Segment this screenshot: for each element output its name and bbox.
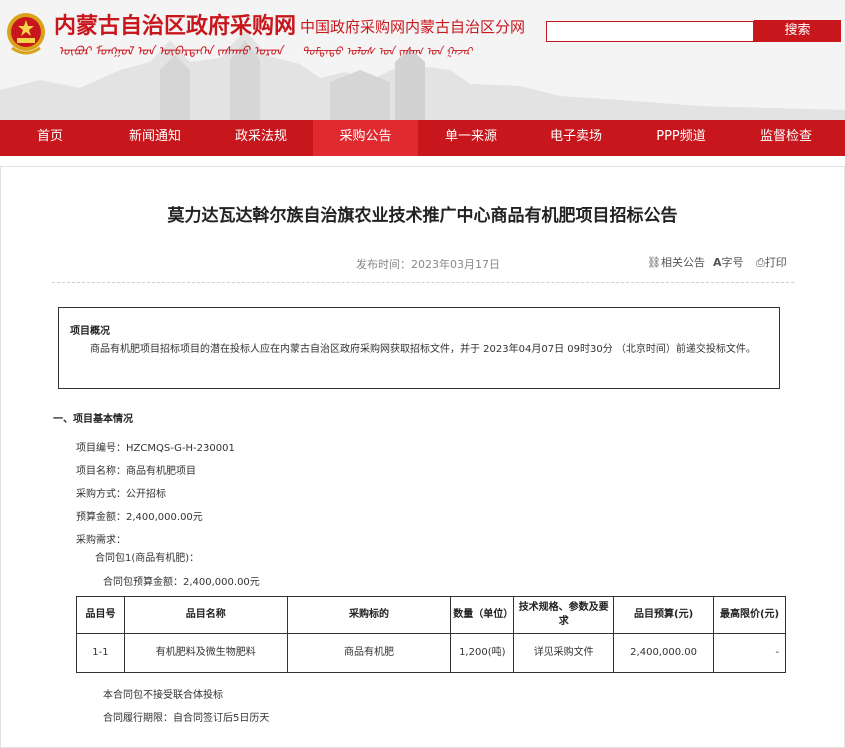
column-header: 品目号 [76, 596, 125, 634]
site-title: 内蒙古自治区政府采购网 [54, 14, 297, 39]
summary-text: 商品有机肥项目招标项目的潜在投标人应在内蒙古自治区政府采购网获取招标文件，并于 … [90, 344, 756, 355]
column-header: 品目预算(元) [613, 596, 715, 634]
contract-package: 合同包1(商品有机肥)： [95, 553, 200, 564]
title-divider [52, 282, 794, 283]
nav-item-news[interactable]: 新闻通知 [104, 120, 206, 156]
table-cell: 1-1 [76, 633, 125, 673]
project-name: 项目名称：商品有机肥项目 [76, 466, 196, 477]
print-icon: ⎙ [756, 256, 765, 269]
nav-item-e-mall[interactable]: 电子卖场 [525, 120, 627, 156]
table-header-row: 品目号 品目名称 采购标的 数量（单位） 技术规格、参数及要求 品目预算(元) … [76, 596, 786, 634]
site-title-mongol: ᠥᠪᠦᠷ ᠮᠣᠩᠭᠣᠯ ᠤᠨ ᠥᠪᠡᠷᠲᠡᠭᠡᠨ ᠵᠠᠰᠠᠬᠤ ᠣᠷᠣᠨ [58, 44, 283, 58]
contract-period: 合同履行期限：自合同签订后5日历天 [103, 713, 270, 724]
no-consortium-note: 本合同包不接受联合体投标 [103, 690, 223, 701]
sub-title-mongol: ᠳᠤᠮᠳᠠᠳᠤ ᠤᠯᠤᠰ ᠤᠨ ᠵᠠᠰᠠᠭ ᠤᠨ ᠭᠠᠵᠠᠷ [302, 45, 473, 58]
project-number: 项目编号：HZCMQS-G-H-230001 [76, 443, 235, 454]
related-notice-label: 相关公告 [660, 256, 705, 269]
nav-item-procurement-notice[interactable]: 采购公告 [313, 120, 418, 156]
nav-item-single-source[interactable]: 单一来源 [420, 120, 522, 156]
table-cell: - [713, 633, 786, 673]
nav-item-supervision[interactable]: 监督检查 [735, 120, 837, 156]
package-budget: 合同包预算金额：2,400,000.00元 [103, 577, 260, 588]
column-header: 最高限价(元) [713, 596, 786, 634]
column-header: 技术规格、参数及要求 [513, 596, 615, 634]
nav-item-ppp[interactable]: PPP频道 [630, 120, 732, 156]
font-size-label: 字号 [721, 256, 744, 269]
site-header: 内蒙古自治区政府采购网 ᠥᠪᠦᠷ ᠮᠣᠩᠭᠣᠯ ᠤᠨ ᠥᠪᠡᠷᠲᠡᠭᠡᠨ ᠵᠠᠰ… [0, 0, 845, 120]
search-input[interactable] [546, 21, 754, 42]
procurement-demand: 采购需求： [76, 535, 126, 546]
print-label: 打印 [764, 256, 787, 269]
sub-title: 中国政府采购网内蒙古自治区分网 [300, 18, 526, 36]
budget-amount: 预算金额：2,400,000.00元 [76, 512, 203, 523]
table-cell: 商品有机肥 [286, 633, 452, 673]
national-emblem-icon [7, 13, 45, 55]
article-title: 莫力达瓦达斡尔族自治旗农业技术推广中心商品有机肥项目招标公告 [167, 206, 678, 226]
table-row: 1-1 有机肥料及微生物肥料 商品有机肥 1,200(吨) 详见采购文件 2,4… [76, 633, 786, 673]
procurement-method: 采购方式：公开招标 [76, 489, 166, 500]
link-icon: ⛓ [647, 256, 661, 269]
column-header: 数量（单位） [450, 596, 515, 634]
table-cell: 2,400,000.00 [613, 633, 715, 673]
print-button[interactable]: ⎙打印 [756, 254, 787, 270]
column-header: 采购标的 [286, 596, 452, 634]
main-nav: 首页 新闻通知 政采法规 采购公告 单一来源 电子卖场 PPP频道 监督检查 [0, 120, 845, 156]
font-size-toggle[interactable]: A字号 [713, 254, 744, 270]
column-header: 品目名称 [123, 596, 288, 634]
table-cell: 1,200(吨) [450, 633, 515, 673]
section-heading: 一、项目基本情况 [53, 414, 133, 425]
items-table: 品目号 品目名称 采购标的 数量（单位） 技术规格、参数及要求 品目预算(元) … [76, 596, 786, 673]
search-button[interactable]: 搜索 [754, 20, 841, 42]
nav-item-home[interactable]: 首页 [0, 120, 100, 156]
table-cell: 详见采购文件 [513, 633, 615, 673]
nav-item-regulations[interactable]: 政采法规 [210, 120, 312, 156]
table-cell: 有机肥料及微生物肥料 [123, 633, 288, 673]
related-notice-link[interactable]: ⛓相关公告 [647, 254, 705, 270]
summary-heading: 项目概况 [70, 326, 110, 337]
font-size-icon: A [713, 256, 722, 269]
publish-time: 发布时间：2023年03月17日 [356, 258, 500, 271]
